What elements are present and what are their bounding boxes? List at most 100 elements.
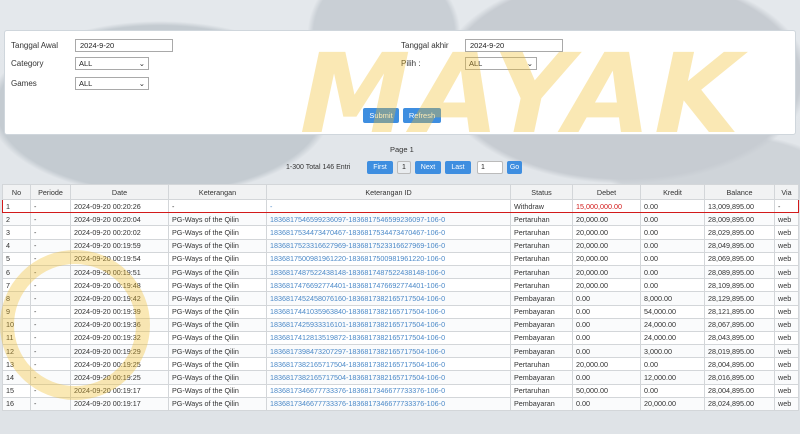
cell-keterangan: PG-Ways of the Qilin <box>168 278 267 293</box>
cell-periode: - <box>30 198 71 214</box>
cell-keterangan-id[interactable]: 1836817382165717504-1836817382165717504-… <box>266 370 511 385</box>
table-row[interactable]: 8-2024-09-20 00:19:42 PG-Ways of the Qili… <box>2 291 799 306</box>
cell-keterangan-id[interactable]: 1836817398473207297-1836817382165717504-… <box>266 344 511 359</box>
go-button[interactable]: Go <box>507 161 522 174</box>
cell-kredit: 12,000.00 <box>640 370 705 385</box>
cell-keterangan-id[interactable]: 1836817534473470467-1836817534473470467-… <box>266 225 511 240</box>
table-row[interactable]: 10-2024-09-20 00:19:36 PG-Ways of the Qil… <box>2 317 799 332</box>
cell-via: web <box>774 278 799 293</box>
cell-keterangan-id[interactable]: 1836817441035963840-1836817382165717504-… <box>266 304 511 319</box>
cell-keterangan-id[interactable]: 1836817476692774401-1836817476692774401-… <box>266 278 511 293</box>
cell-via: web <box>774 238 799 253</box>
cell-periode: - <box>30 370 71 385</box>
cell-no: 9 <box>2 304 31 319</box>
last-page-button[interactable]: Last <box>445 161 471 174</box>
games-select[interactable]: ALL ⌄ <box>75 77 149 90</box>
cell-keterangan-id[interactable]: 1836817487522438148-1836817487522438148-… <box>266 264 511 280</box>
cell-balance: 28,129,895.00 <box>704 291 775 306</box>
cell-status: Pertaruhan <box>510 238 573 253</box>
cell-kredit: 0.00 <box>640 212 705 227</box>
cell-no: 15 <box>2 383 31 398</box>
cell-periode: - <box>30 317 71 332</box>
category-select[interactable]: ALL ⌄ <box>75 57 149 70</box>
table-row[interactable]: 16-2024-09-20 00:19:17 PG-Ways of the Qil… <box>2 396 799 412</box>
chevron-down-icon: ⌄ <box>138 59 145 68</box>
cell-date: 2024-09-20 00:19:29 <box>70 344 169 359</box>
cell-periode: - <box>30 304 71 319</box>
table-row[interactable]: 6-2024-09-20 00:19:51 PG-Ways of the Qili… <box>2 264 799 280</box>
table-row[interactable]: 12-2024-09-20 00:19:29 PG-Ways of the Qil… <box>2 344 799 359</box>
refresh-button[interactable]: Refresh <box>403 108 441 123</box>
transaction-table: No Periode Date Keterangan Keterangan ID Stat… <box>2 184 799 412</box>
cell-status: Pembayaran <box>510 304 573 319</box>
cell-kredit: 3,000.00 <box>640 344 705 359</box>
table-row[interactable]: 13-2024-09-20 00:19:25 PG-Ways of the Qil… <box>2 357 799 372</box>
first-page-button[interactable]: First <box>367 161 393 174</box>
tanggal-awal-input[interactable]: 2024-9-20 <box>75 39 173 52</box>
table-row[interactable]: 2-2024-09-20 00:20:04 PG-Ways of the Qili… <box>2 212 799 227</box>
table-row[interactable]: 9-2024-09-20 00:19:39 PG-Ways of the Qili… <box>2 304 799 319</box>
cell-status: Pembayaran <box>510 370 573 385</box>
table-row[interactable]: 4-2024-09-20 00:19:59 PG-Ways of the Qili… <box>2 238 799 253</box>
chevron-down-icon: ⌄ <box>138 79 145 88</box>
cell-date: 2024-09-20 00:19:39 <box>70 304 169 319</box>
goto-page-input[interactable]: 1 <box>477 161 503 174</box>
tanggal-akhir-input[interactable]: 2024-9-20 <box>465 39 563 52</box>
cell-keterangan-id[interactable]: 1836817500981961220-1836817500981961220-… <box>266 251 511 266</box>
cell-keterangan: PG-Ways of the Qilin <box>168 330 267 346</box>
cell-keterangan-id[interactable]: 1836817546599236097-1836817546599236097-… <box>266 212 511 227</box>
cell-periode: - <box>30 344 71 359</box>
cell-periode: - <box>30 278 71 293</box>
column-header-kredit: Kredit <box>640 184 705 200</box>
cell-balance: 28,004,895.00 <box>704 357 775 372</box>
cell-kredit: 24,000.00 <box>640 317 705 332</box>
cell-keterangan: PG-Ways of the Qilin <box>168 370 267 385</box>
table-row[interactable]: 1-2024-09-20 00:20:26- - Withdraw 15,000,00… <box>2 198 799 214</box>
pilih-label: Pilih : <box>401 59 421 68</box>
cell-keterangan-id[interactable]: 1836817425933316101-1836817382165717504-… <box>266 317 511 332</box>
cell-keterangan-id[interactable]: 1836817346677733376-1836817346677733376-… <box>266 396 511 412</box>
cell-kredit: 20,000.00 <box>640 396 705 412</box>
cell-debet: 0.00 <box>572 344 641 359</box>
cell-no: 1 <box>2 198 31 214</box>
cell-debet: 0.00 <box>572 396 641 412</box>
cell-periode: - <box>30 251 71 266</box>
cell-via: web <box>774 396 799 412</box>
cell-no: 10 <box>2 317 31 332</box>
table-row[interactable]: 11-2024-09-20 00:19:32 PG-Ways of the Qil… <box>2 330 799 346</box>
cell-debet: 20,000.00 <box>572 278 641 293</box>
cell-date: 2024-09-20 00:19:25 <box>70 357 169 372</box>
cell-keterangan-id[interactable]: 1836817412813519872-1836817382165717504-… <box>266 330 511 346</box>
cell-debet: 50,000.00 <box>572 383 641 398</box>
cell-kredit: 0.00 <box>640 264 705 280</box>
cell-keterangan-id[interactable]: 1836817346677733376-1836817346677733376-… <box>266 383 511 398</box>
table-row[interactable]: 7-2024-09-20 00:19:48 PG-Ways of the Qili… <box>2 278 799 293</box>
table-row[interactable]: 3-2024-09-20 00:20:02 PG-Ways of the Qili… <box>2 225 799 240</box>
cell-date: 2024-09-20 00:19:32 <box>70 330 169 346</box>
pilih-value: ALL <box>469 59 483 68</box>
cell-via: web <box>774 330 799 346</box>
cell-no: 13 <box>2 357 31 372</box>
table-row[interactable]: 5-2024-09-20 00:19:54 PG-Ways of the Qili… <box>2 251 799 266</box>
cell-keterangan-id[interactable]: 1836817452458076160-1836817382165717504-… <box>266 291 511 306</box>
current-page-button[interactable]: 1 <box>397 161 411 174</box>
submit-button[interactable]: Submit <box>363 108 399 123</box>
pilih-select[interactable]: ALL ⌄ <box>465 57 537 70</box>
table-row[interactable]: 14-2024-09-20 00:19:25 PG-Ways of the Qil… <box>2 370 799 385</box>
cell-via: web <box>774 212 799 227</box>
column-header-debet: Debet <box>572 184 641 200</box>
cell-keterangan-id[interactable]: - <box>266 198 511 214</box>
cell-debet: 0.00 <box>572 330 641 346</box>
cell-keterangan-id[interactable]: 1836817523316627969-1836817523316627969-… <box>266 238 511 253</box>
cell-via: web <box>774 251 799 266</box>
category-value: ALL <box>79 59 93 68</box>
tanggal-akhir-label: Tanggal akhir <box>401 41 449 50</box>
cell-via: web <box>774 291 799 306</box>
column-header-keterangan: Keterangan <box>168 184 267 200</box>
column-header-keterangan-id: Keterangan ID <box>266 184 511 200</box>
cell-via: web <box>774 383 799 398</box>
table-body: 1-2024-09-20 00:20:26- - Withdraw 15,000,00… <box>2 198 799 412</box>
next-page-button[interactable]: Next <box>415 161 441 174</box>
table-row[interactable]: 15-2024-09-20 00:19:17 PG-Ways of the Qil… <box>2 383 799 398</box>
cell-keterangan-id[interactable]: 1836817382165717504-1836817382165717504-… <box>266 357 511 372</box>
